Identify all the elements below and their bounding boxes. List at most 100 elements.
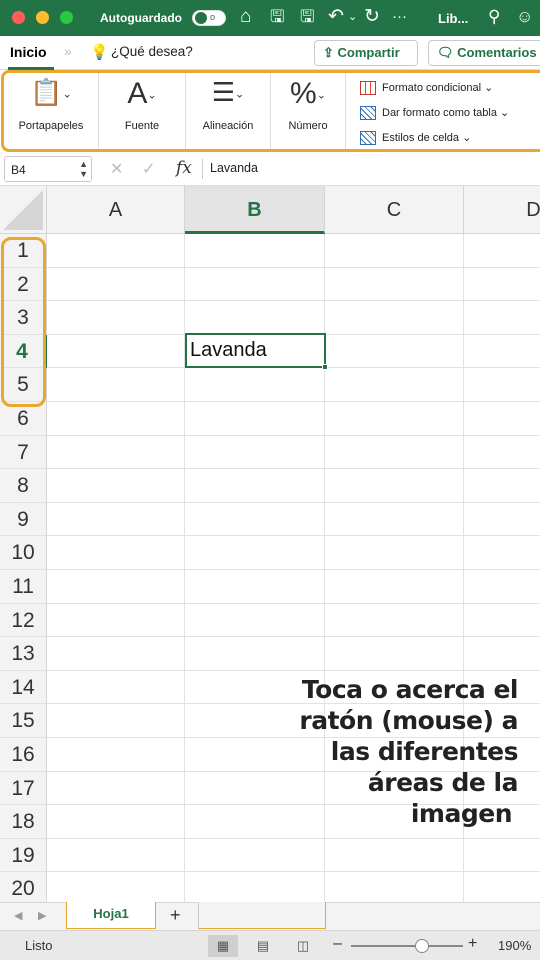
format-as-table-button[interactable]: Dar formato como tabla ⌄ [360,106,509,121]
cell-b9[interactable] [185,502,325,537]
cell-a5[interactable] [47,368,185,402]
zoom-level[interactable]: 190% [498,938,531,953]
name-box-stepper-icon[interactable]: ▲ ▼ [79,159,88,179]
row-header-6[interactable]: 6 [0,402,47,436]
cell-b8[interactable] [185,469,325,503]
more-icon[interactable]: ··· [392,4,407,30]
cell-a13[interactable] [47,637,185,671]
cell-d4[interactable] [464,335,540,369]
cell-c2[interactable] [325,267,464,302]
normal-view-icon[interactable]: ▦ [208,935,238,957]
cell-d9[interactable] [464,503,540,537]
name-box[interactable]: B4 ▲ ▼ [4,156,92,182]
row-header-13[interactable]: 13 [0,637,47,671]
cell-c3[interactable] [325,301,464,335]
row-header-11[interactable]: 11 [0,570,47,604]
selected-cell-b4[interactable]: Lavanda [185,333,326,368]
cell-c19[interactable] [325,838,464,873]
cell-d5[interactable] [464,368,540,402]
cell-d3[interactable] [464,301,540,335]
cell-a15[interactable] [47,704,185,738]
cell-a19[interactable] [47,838,185,873]
column-header-a[interactable]: A [47,186,185,234]
cell-d12[interactable] [464,604,540,638]
font-group[interactable]: A⌄ Fuente [99,73,186,149]
cell-d11[interactable] [464,570,540,604]
search-icon[interactable]: ⚲ [488,4,500,30]
row-header-18[interactable]: 18 [0,805,47,839]
row-header-9[interactable]: 9 [0,502,47,537]
insert-function-icon[interactable]: fx [176,158,192,178]
cell-d2[interactable] [464,268,540,302]
cell-b11[interactable] [185,570,325,604]
row-header-14[interactable]: 14 [0,670,47,705]
cancel-icon[interactable]: ✕ [110,159,123,179]
row-header-7[interactable]: 7 [0,435,47,470]
cell-b3[interactable] [185,301,325,335]
clipboard-group[interactable]: 📋⌄ Portapapeles [4,73,99,149]
row-header-20[interactable]: 20 [0,872,47,902]
cell-c12[interactable] [325,603,464,638]
conditional-format-button[interactable]: Formato condicional ⌄ [360,81,493,96]
cell-d10[interactable] [464,536,540,570]
cell-b10[interactable] [185,536,325,570]
cell-d8[interactable] [464,469,540,503]
number-group[interactable]: %⌄ Número [271,73,346,149]
page-layout-view-icon[interactable]: ▤ [248,935,278,957]
cell-a1[interactable] [47,234,185,268]
cell-styles-button[interactable]: Estilos de celda ⌄ [360,131,471,146]
formula-input[interactable]: Lavanda [210,161,258,175]
cell-a3[interactable] [47,301,185,335]
cell-d6[interactable] [464,402,540,436]
enter-icon[interactable]: ✓ [142,159,155,179]
cell-a17[interactable] [47,771,185,806]
zoom-window-button[interactable] [60,11,73,24]
cell-a4[interactable] [47,334,185,369]
cell-b13[interactable] [185,637,325,671]
cell-c8[interactable] [325,469,464,503]
column-header-b[interactable]: B [185,186,325,234]
cell-b7[interactable] [185,435,325,470]
undo-dropdown-icon[interactable]: ⌄ [348,4,357,30]
cell-c1[interactable] [325,234,464,268]
select-all-corner[interactable] [0,186,47,234]
cell-b12[interactable] [185,603,325,638]
next-sheet-icon[interactable]: ▶ [38,909,46,922]
tab-inicio[interactable]: Inicio [10,44,47,60]
sheet-tab-hoja1[interactable]: Hoja1 [66,902,156,929]
zoom-in-button[interactable]: + [468,935,477,953]
cell-a12[interactable] [47,603,185,638]
close-window-button[interactable] [12,11,25,24]
cell-a16[interactable] [47,738,185,772]
share-person-icon[interactable]: ☺ [516,4,533,30]
cell-d13[interactable] [464,637,540,671]
cell-c5[interactable] [325,368,464,402]
cell-a10[interactable] [47,536,185,570]
row-header-19[interactable]: 19 [0,838,47,873]
page-break-view-icon[interactable]: ◫ [288,935,318,957]
more-tabs-icon[interactable]: » [64,43,72,59]
alignment-group[interactable]: ☰⌄ Alineación [186,73,271,149]
zoom-slider[interactable] [351,945,463,947]
row-header-8[interactable]: 8 [0,469,47,503]
minimize-window-button[interactable] [36,11,49,24]
cell-c7[interactable] [325,435,464,470]
home-icon[interactable]: ⌂ [240,4,251,30]
column-header-d[interactable]: D [464,186,540,234]
row-header-17[interactable]: 17 [0,771,47,806]
cell-a8[interactable] [47,469,185,503]
prev-sheet-icon[interactable]: ◀ [14,909,22,922]
autosave-toggle[interactable]: o [192,10,226,26]
cell-c20[interactable] [325,872,464,902]
add-sheet-button[interactable]: + [170,905,181,926]
column-header-c[interactable]: C [325,186,464,234]
cell-a20[interactable] [47,872,185,902]
cell-a14[interactable] [47,670,185,705]
undo-icon[interactable]: ↶ [328,4,344,30]
cell-b1[interactable] [185,234,325,268]
cell-c9[interactable] [325,502,464,537]
redo-icon[interactable]: ↻ [364,4,380,30]
row-header-10[interactable]: 10 [0,536,47,570]
row-header-16[interactable]: 16 [0,738,47,772]
cell-b19[interactable] [185,838,325,873]
